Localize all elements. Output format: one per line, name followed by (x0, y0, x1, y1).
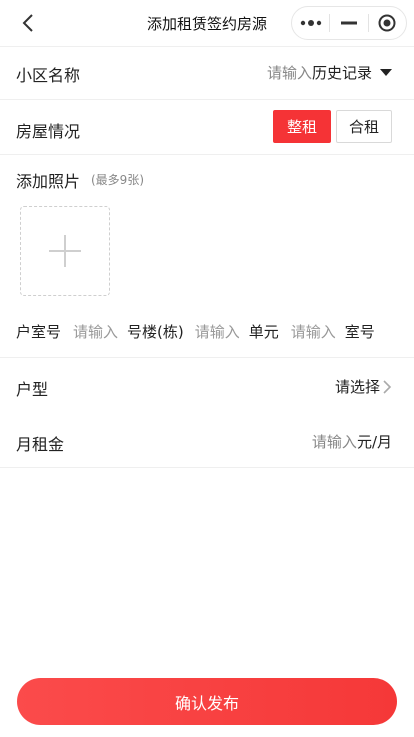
photos-label: 添加照片 (16, 172, 81, 191)
minus-icon (340, 21, 357, 25)
history-link[interactable]: 历史记录 (312, 62, 372, 83)
divider (0, 99, 414, 100)
layout-label: 户型 (16, 380, 49, 399)
divider (0, 154, 414, 155)
page: 添加租赁签约房源 小区名称 请输入 历史记录 房屋情况 整租 合租 添加照片 (… (0, 0, 414, 737)
house-label: 房屋情况 (16, 122, 81, 141)
option-shared-rent[interactable]: 合租 (336, 110, 392, 143)
community-row: 小区名称 请输入 历史记录 (0, 50, 414, 96)
photos-hint: (最多9张) (91, 173, 144, 187)
room-row: 户室号 请输入 号楼(栋) 请输入 单元 请输入 室号 (16, 321, 375, 342)
building-unit-label: 号楼(栋) (127, 323, 184, 341)
room-unit-label: 室号 (344, 323, 375, 341)
community-field: 请输入 历史记录 (267, 62, 392, 83)
room-label: 户室号 (16, 323, 62, 341)
room-input[interactable]: 请输入 (291, 321, 336, 342)
unit-input[interactable]: 请输入 (195, 321, 240, 342)
nav-bar: 添加租赁签约房源 (0, 0, 414, 46)
divider (0, 46, 414, 47)
more-dots-icon (300, 20, 321, 26)
minimize-button[interactable] (330, 7, 367, 39)
option-whole-rent[interactable]: 整租 (273, 110, 331, 143)
record-icon (378, 14, 396, 32)
divider (0, 467, 414, 468)
divider (0, 357, 414, 358)
layout-select[interactable]: 请选择 (335, 376, 392, 397)
rent-input[interactable]: 请输入 (312, 431, 357, 452)
community-label: 小区名称 (16, 66, 81, 85)
plus-icon (49, 235, 81, 267)
rent-field: 请输入 元/月 (312, 431, 392, 452)
confirm-publish-button[interactable]: 确认发布 (17, 678, 397, 725)
mini-program-capsule (291, 6, 407, 40)
caret-down-icon[interactable] (380, 69, 392, 76)
unit-label: 单元 (248, 323, 279, 341)
layout-placeholder: 请选择 (334, 378, 380, 396)
more-button[interactable] (292, 7, 329, 39)
add-photo-button[interactable] (20, 206, 110, 296)
building-input[interactable]: 请输入 (73, 321, 118, 342)
rent-unit: 元/月 (356, 433, 392, 451)
close-mini-program-button[interactable] (369, 7, 406, 39)
rent-label: 月租金 (16, 435, 65, 454)
community-input[interactable]: 请输入 (267, 62, 312, 83)
chevron-right-icon (383, 379, 392, 394)
